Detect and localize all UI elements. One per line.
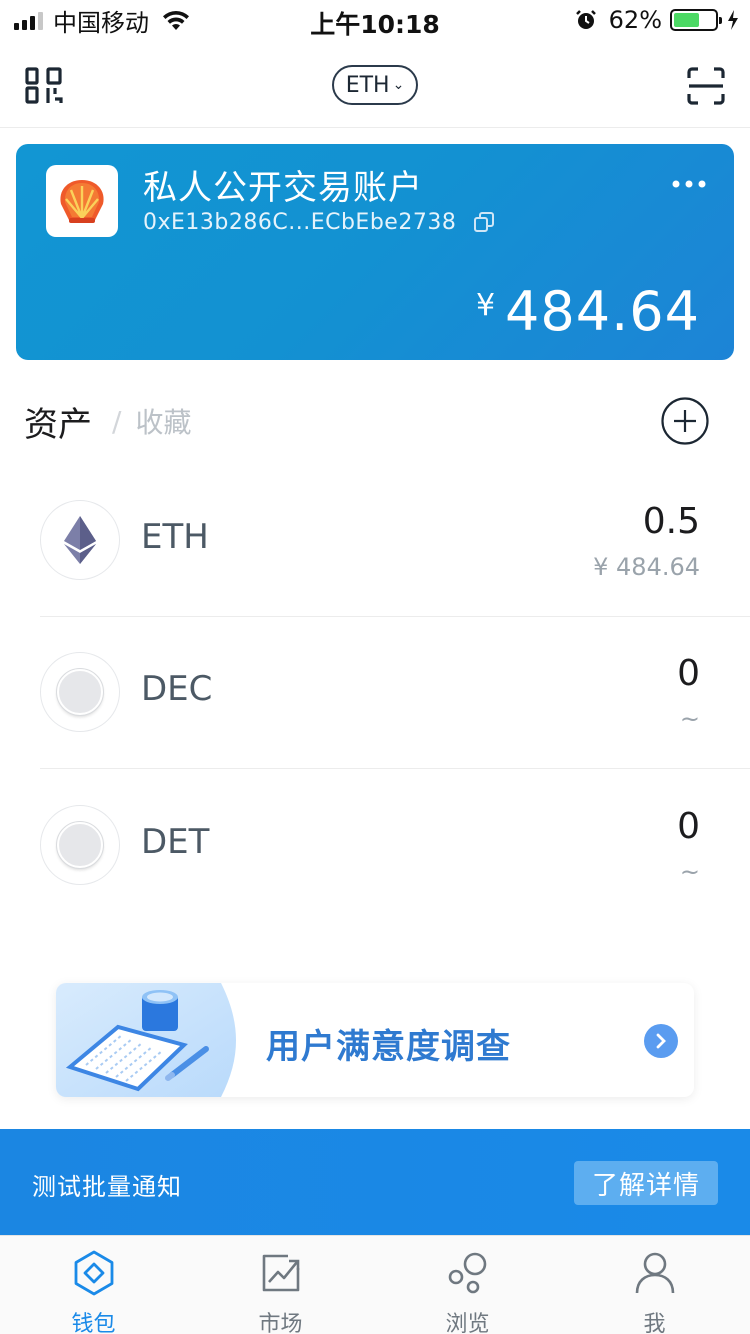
- charging-bolt-icon: [728, 10, 738, 30]
- scan-icon[interactable]: [686, 66, 726, 106]
- token-symbol: DEC: [141, 669, 213, 709]
- token-row-det[interactable]: DET 0 ~: [40, 770, 750, 922]
- wallet-name: 私人公开交易账户: [143, 168, 423, 208]
- chevron-right-icon[interactable]: [644, 1024, 678, 1058]
- survey-illustration-icon: [56, 983, 236, 1097]
- wallet-address: 0xE13b286C...ECbEbe2738: [143, 210, 457, 235]
- token-amount: 0: [677, 806, 700, 847]
- asset-tabs: 资产 / 收藏: [24, 396, 191, 446]
- network-selector[interactable]: ETH ⌄: [332, 65, 418, 105]
- tabbar-item-wallet[interactable]: 钱包: [0, 1236, 187, 1334]
- qr-code-icon[interactable]: [24, 66, 64, 106]
- token-symbol: ETH: [141, 517, 209, 557]
- tab-favorites[interactable]: 收藏: [135, 401, 191, 441]
- wallet-icon: [74, 1250, 114, 1296]
- profile-icon: [635, 1252, 675, 1294]
- notice-text: 测试批量通知: [32, 1173, 182, 1201]
- browse-bubbles-icon: [448, 1252, 487, 1294]
- wallet-balance: ¥ 484.64: [476, 280, 700, 343]
- balance-amount: 484.64: [505, 280, 700, 343]
- add-token-button[interactable]: [661, 397, 709, 445]
- tabbar-label: 市场: [258, 1312, 303, 1334]
- status-bar: 中国移动 上午10:18 62%: [0, 0, 750, 40]
- chevron-down-icon: ⌄: [392, 77, 405, 93]
- wallet-card[interactable]: 私人公开交易账户 0xE13b286C...ECbEbe2738 ¥ 484.6…: [16, 144, 734, 360]
- token-fiat-value: ¥ 484.64: [593, 553, 700, 581]
- token-amount: 0: [677, 653, 700, 694]
- network-label: ETH: [345, 72, 390, 98]
- token-placeholder-icon: [40, 652, 120, 732]
- currency-symbol: ¥: [475, 288, 496, 323]
- ethereum-icon: [40, 500, 120, 580]
- copy-icon[interactable]: [472, 210, 496, 234]
- token-amount: 0.5: [642, 501, 700, 542]
- battery-icon: [670, 9, 722, 31]
- token-fiat-value: ~: [679, 858, 700, 886]
- tabbar-label: 浏览: [445, 1312, 490, 1334]
- top-nav-bar: ETH ⌄: [0, 40, 750, 128]
- token-placeholder-icon: [40, 805, 120, 885]
- tab-separator: /: [112, 404, 122, 438]
- status-right: 62%: [575, 6, 740, 34]
- more-options-icon[interactable]: [672, 180, 706, 188]
- tabbar-item-browse[interactable]: 浏览: [374, 1236, 561, 1334]
- token-row-dec[interactable]: DEC 0 ~: [40, 617, 750, 769]
- tabbar-item-me[interactable]: 我: [561, 1236, 748, 1334]
- tabbar-label: 我: [643, 1312, 666, 1334]
- shell-logo-icon: [60, 180, 104, 223]
- token-row-eth[interactable]: ETH 0.5 ¥ 484.64: [40, 465, 750, 617]
- battery-percent: 62%: [608, 6, 662, 34]
- survey-banner[interactable]: 用户满意度调查: [56, 983, 694, 1097]
- bottom-tab-bar: 钱包 市场 浏览 我: [0, 1235, 750, 1334]
- notice-bar: 测试批量通知 了解详情: [0, 1129, 750, 1235]
- battery-level-fill: [674, 13, 699, 27]
- tabbar-label: 钱包: [71, 1312, 116, 1334]
- alarm-icon: [575, 10, 596, 29]
- survey-title: 用户满意度调查: [266, 1027, 511, 1067]
- wallet-avatar: [46, 165, 118, 237]
- market-chart-icon: [262, 1254, 300, 1292]
- tabbar-item-market[interactable]: 市场: [187, 1236, 374, 1334]
- tab-assets[interactable]: 资产: [24, 397, 92, 446]
- token-symbol: DET: [141, 822, 210, 862]
- token-fiat-value: ~: [679, 705, 700, 733]
- notice-details-button[interactable]: 了解详情: [574, 1161, 718, 1205]
